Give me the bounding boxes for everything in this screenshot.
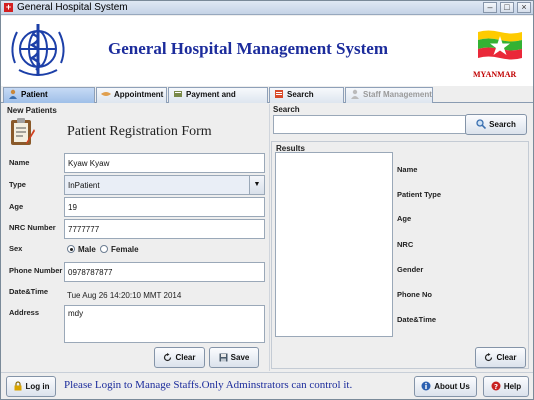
payment-icon — [174, 91, 182, 97]
about-us-button[interactable]: About Us — [414, 376, 477, 397]
radio-selected-icon — [67, 245, 75, 253]
address-field[interactable]: mdy — [64, 305, 265, 343]
login-button[interactable]: Log in — [6, 376, 56, 397]
clipboard-icon — [11, 118, 35, 145]
result-field-name: Name — [397, 165, 418, 174]
footer-bar: Log in Please Login to Manage Staffs.Onl… — [1, 372, 533, 399]
title-bar: + General Hospital System – □ × — [1, 1, 533, 15]
clear-label: Clear — [496, 353, 517, 362]
myanmar-flag-icon — [478, 30, 522, 60]
type-value: InPatient — [68, 181, 100, 190]
male-label: Male — [78, 245, 96, 254]
clear-label: Clear — [175, 353, 196, 362]
search-input[interactable] — [273, 115, 480, 134]
phone-field[interactable]: 0978787877 — [64, 262, 265, 282]
staff-icon — [351, 89, 359, 99]
refresh-icon — [485, 353, 493, 362]
datetime-label: Date&Time — [9, 287, 49, 296]
male-radio[interactable]: Male — [67, 245, 96, 254]
name-field[interactable]: Kyaw Kyaw — [64, 153, 265, 173]
about-us-label: About Us — [434, 382, 470, 391]
female-label: Female — [111, 245, 139, 254]
result-field-datetime: Date&Time — [397, 315, 437, 324]
result-field-gender: Gender — [397, 265, 424, 274]
type-select[interactable]: InPatient ▼ — [64, 175, 265, 195]
login-label: Log in — [25, 382, 50, 391]
floppy-disk-icon — [219, 353, 228, 362]
info-icon — [421, 381, 431, 391]
nrc-field[interactable]: 7777777 — [64, 219, 265, 239]
minimize-icon[interactable]: – — [483, 2, 497, 13]
app-title: General Hospital Management System — [108, 39, 388, 58]
tab-bar: Patient Registration Appointment Payment… — [1, 87, 533, 113]
handshake-icon — [101, 92, 111, 96]
clear-button[interactable]: Clear — [154, 347, 205, 368]
tab-patient-registration[interactable]: Patient Registration — [3, 87, 95, 113]
search-clear-button[interactable]: Clear — [475, 347, 526, 368]
radio-unselected-icon — [100, 245, 108, 253]
sex-label: Sex — [9, 244, 23, 253]
who-logo-icon — [11, 24, 65, 76]
results-list[interactable] — [275, 152, 393, 337]
help-icon: ? — [491, 381, 501, 391]
record-icon — [275, 90, 283, 98]
svg-text:?: ? — [494, 383, 498, 391]
datetime-value: Tue Aug 26 14:20:10 MMT 2014 — [67, 291, 182, 300]
tab-appointment[interactable]: Appointment — [96, 87, 167, 103]
search-section-label: Search — [273, 105, 300, 114]
app-icon: + — [4, 2, 13, 12]
address-label: Address — [9, 308, 40, 317]
search-panel: Search Search Results Name Patient Type … — [269, 104, 531, 371]
section-label: New Patients — [7, 106, 57, 115]
result-field-age: Age — [397, 214, 412, 223]
search-icon — [476, 119, 487, 129]
tab-label: Staff Management — [363, 90, 432, 99]
chevron-down-icon[interactable]: ▼ — [249, 176, 264, 194]
tab-search-record[interactable]: Search Record — [269, 87, 344, 113]
age-label: Age — [9, 202, 24, 211]
header-banner: General Hospital Management System MYANM… — [1, 16, 533, 86]
tab-staff-management[interactable]: Staff Management — [345, 87, 433, 103]
sex-radio-group: Male Female — [67, 245, 257, 257]
lock-icon — [14, 381, 21, 391]
refresh-icon — [164, 353, 172, 362]
result-field-nrc: NRC — [397, 240, 414, 249]
person-icon — [9, 89, 17, 99]
female-radio[interactable]: Female — [100, 245, 139, 254]
window-controls: – □ × — [483, 2, 531, 13]
tab-payment-records[interactable]: Payment and Records — [168, 87, 268, 113]
window-title: General Hospital System — [17, 2, 128, 13]
login-notice: Please Login to Manage Staffs.Only Admin… — [64, 379, 353, 391]
help-label: Help — [503, 382, 522, 391]
save-label: Save — [230, 353, 250, 362]
search-label: Search — [489, 120, 516, 129]
form-title: Patient Registration Form — [67, 124, 212, 139]
nrc-label: NRC Number — [9, 223, 56, 232]
help-button[interactable]: ? Help — [483, 376, 529, 397]
phone-label: Phone Number — [9, 266, 63, 275]
age-field[interactable]: 19 — [64, 197, 265, 217]
result-field-patient-type: Patient Type — [397, 190, 442, 199]
name-label: Name — [9, 158, 30, 167]
app-window: + General Hospital System – □ × General … — [0, 0, 534, 400]
type-label: Type — [9, 180, 26, 189]
registration-panel: New Patients Patient Registration Form N… — [3, 104, 267, 371]
search-button[interactable]: Search — [465, 114, 527, 135]
result-field-phone: Phone No — [397, 290, 432, 299]
country-label: MYANMAR — [473, 70, 517, 79]
close-icon[interactable]: × — [517, 2, 531, 13]
tab-label: Appointment — [114, 90, 164, 99]
maximize-icon[interactable]: □ — [500, 2, 514, 13]
save-button[interactable]: Save — [209, 347, 259, 368]
